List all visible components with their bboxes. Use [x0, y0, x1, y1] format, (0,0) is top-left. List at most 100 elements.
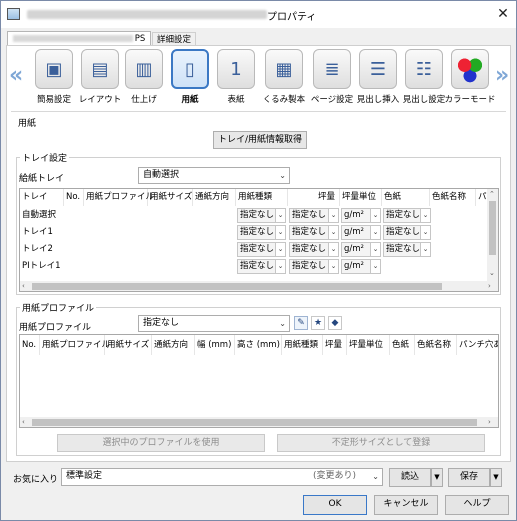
save-dropdown-icon[interactable]: ▼	[490, 468, 502, 487]
tool-color-mode[interactable]: カラーモード	[444, 49, 496, 109]
table-header: パンチ穴あ	[457, 335, 498, 355]
profile-select[interactable]: 指定なし ⌄	[138, 315, 290, 332]
scroll-left-icon: ‹	[22, 418, 25, 426]
table-header: 通紙方向	[193, 189, 236, 206]
printer-app-icon	[7, 8, 20, 20]
table-header: 高さ (mm)	[235, 335, 282, 355]
tag-icon[interactable]: ◆	[328, 316, 342, 330]
table-header: 用紙種類	[282, 335, 323, 355]
chevron-down-icon: ⌄	[279, 319, 286, 328]
weight-select[interactable]: 指定なし ⌄	[289, 208, 339, 223]
tray-table: トレイ No. 用紙プロファイル 用紙サイズ 通紙方向 用紙種類 坪量 坪量単位…	[19, 188, 499, 292]
perfect-binding-icon: ▦	[265, 49, 303, 89]
paper-icon: ▯	[171, 49, 209, 89]
table-header: 坪量	[323, 335, 347, 355]
paper-type-select[interactable]: 指定なし ⌄	[237, 259, 286, 274]
tray-name: トレイ1	[22, 227, 53, 237]
table-header: 坪量	[288, 189, 340, 206]
profile-label: 用紙プロファイル	[19, 323, 92, 333]
color-paper-select[interactable]: 指定なし ⌄	[383, 225, 431, 240]
table-header: 坪量単位	[340, 189, 382, 206]
weight-unit-select[interactable]: g/m² ⌄	[341, 208, 381, 223]
quick-setting-icon: ▣	[35, 49, 73, 89]
table-header: No.	[64, 189, 84, 206]
scroll-down-icon: ⌄	[489, 269, 495, 277]
tray-settings-title: トレイ設定	[20, 151, 70, 164]
tool-perfect-binding[interactable]: ▦ くるみ製本	[260, 49, 308, 109]
scroll-thumb	[32, 283, 442, 290]
tray-name: 自動選択	[22, 210, 57, 220]
weight-select[interactable]: 指定なし ⌄	[289, 242, 339, 257]
paper-section-title: 用紙	[18, 119, 37, 129]
tray-table-vscroll[interactable]: ⌃ ⌄	[487, 189, 498, 281]
scroll-up-icon: ⌃	[489, 190, 495, 198]
scroll-thumb	[489, 201, 496, 255]
weight-select[interactable]: 指定なし ⌄	[289, 225, 339, 240]
scroll-thumb	[32, 419, 477, 426]
table-header: 用紙プロファイル	[84, 189, 154, 206]
tab-setting-icon: ☷	[405, 49, 443, 89]
table-header: 色紙名称	[430, 189, 476, 206]
table-header: 用紙サイズ	[148, 189, 193, 206]
paper-type-select[interactable]: 指定なし ⌄	[237, 242, 286, 257]
page-setting-icon: ≣	[313, 49, 351, 89]
layout-icon: ▤	[81, 49, 119, 89]
table-header: 通紙方向	[152, 335, 195, 355]
table-header: 色紙名称	[415, 335, 457, 355]
weight-unit-select[interactable]: g/m² ⌄	[341, 259, 381, 274]
tab-strip: PS 詳細設定	[1, 28, 516, 47]
feed-tray-select[interactable]: 自動選択 ⌄	[138, 167, 290, 184]
tray-table-hscroll[interactable]: ‹ ›	[20, 281, 498, 291]
profile-table: No. 用紙プロファイル 用紙サイズ 通紙方向 幅 (mm) 高さ (mm) 用…	[19, 334, 499, 428]
load-button[interactable]: 読込	[389, 468, 431, 487]
color-mode-icon	[451, 49, 489, 89]
ok-button[interactable]: OK	[303, 495, 367, 515]
table-header: No.	[20, 335, 40, 355]
star-icon[interactable]: ★	[311, 316, 325, 330]
tray-name: トレイ2	[22, 244, 53, 254]
tool-cover[interactable]: 1 表紙	[212, 49, 260, 109]
cancel-button[interactable]: キャンセル	[374, 495, 438, 515]
tray-name: PIトレイ1	[22, 261, 61, 271]
finishing-icon: ▥	[125, 49, 163, 89]
chevron-down-icon: ⌄	[279, 171, 286, 180]
use-selected-profile-button[interactable]: 選択中のプロファイルを使用	[57, 434, 265, 452]
scroll-left-icon[interactable]: «	[9, 63, 23, 88]
title-bar: プロパティ ✕	[1, 1, 516, 28]
window-title: プロパティ	[267, 12, 317, 23]
table-header: 用紙サイズ	[105, 335, 152, 355]
scroll-right-icon: ›	[488, 418, 491, 426]
paper-type-select[interactable]: 指定なし ⌄	[237, 208, 286, 223]
color-paper-select[interactable]: 指定なし ⌄	[383, 208, 431, 223]
register-custom-size-button[interactable]: 不定形サイズとして登録	[277, 434, 485, 452]
table-header: 用紙プロファイル	[40, 335, 110, 355]
profile-table-hscroll[interactable]: ‹ ›	[20, 417, 498, 427]
scroll-left-icon: ‹	[22, 282, 25, 290]
table-header: 色紙	[382, 189, 430, 206]
save-button[interactable]: 保存	[448, 468, 490, 487]
favorites-select[interactable]: 標準設定 (変更あり) ⌄	[61, 468, 383, 486]
table-header: 用紙種類	[236, 189, 288, 206]
paper-type-select[interactable]: 指定なし ⌄	[237, 225, 286, 240]
cover-icon: 1	[217, 49, 255, 89]
close-icon[interactable]: ✕	[493, 4, 513, 24]
edit-profile-icon[interactable]: ✎	[294, 316, 308, 330]
scroll-right-icon[interactable]: »	[495, 63, 509, 88]
weight-unit-select[interactable]: g/m² ⌄	[341, 225, 381, 240]
tab-insert-icon: ☰	[359, 49, 397, 89]
weight-unit-select[interactable]: g/m² ⌄	[341, 242, 381, 257]
table-header: 色紙	[390, 335, 415, 355]
table-header: 幅 (mm)	[195, 335, 235, 355]
load-dropdown-icon[interactable]: ▼	[431, 468, 443, 487]
scroll-right-icon: ›	[488, 282, 491, 290]
table-header: トレイ	[20, 189, 64, 206]
properties-window: プロパティ ✕ PS 詳細設定 « ▣ 簡易設定 ▤ レイアウト ▥ 仕上げ ▯…	[0, 0, 517, 521]
tray-info-button[interactable]: トレイ/用紙情報取得	[213, 131, 307, 149]
color-paper-select[interactable]: 指定なし ⌄	[383, 242, 431, 257]
category-toolbar: « ▣ 簡易設定 ▤ レイアウト ▥ 仕上げ ▯ 用紙 1 表紙 ▦ くるみ製本…	[6, 45, 511, 111]
printer-name-redacted	[27, 10, 267, 19]
table-header: 坪量単位	[347, 335, 390, 355]
weight-select[interactable]: 指定なし ⌄	[289, 259, 339, 274]
help-button[interactable]: ヘルプ	[445, 495, 509, 515]
favorites-label: お気に入り	[13, 475, 59, 485]
